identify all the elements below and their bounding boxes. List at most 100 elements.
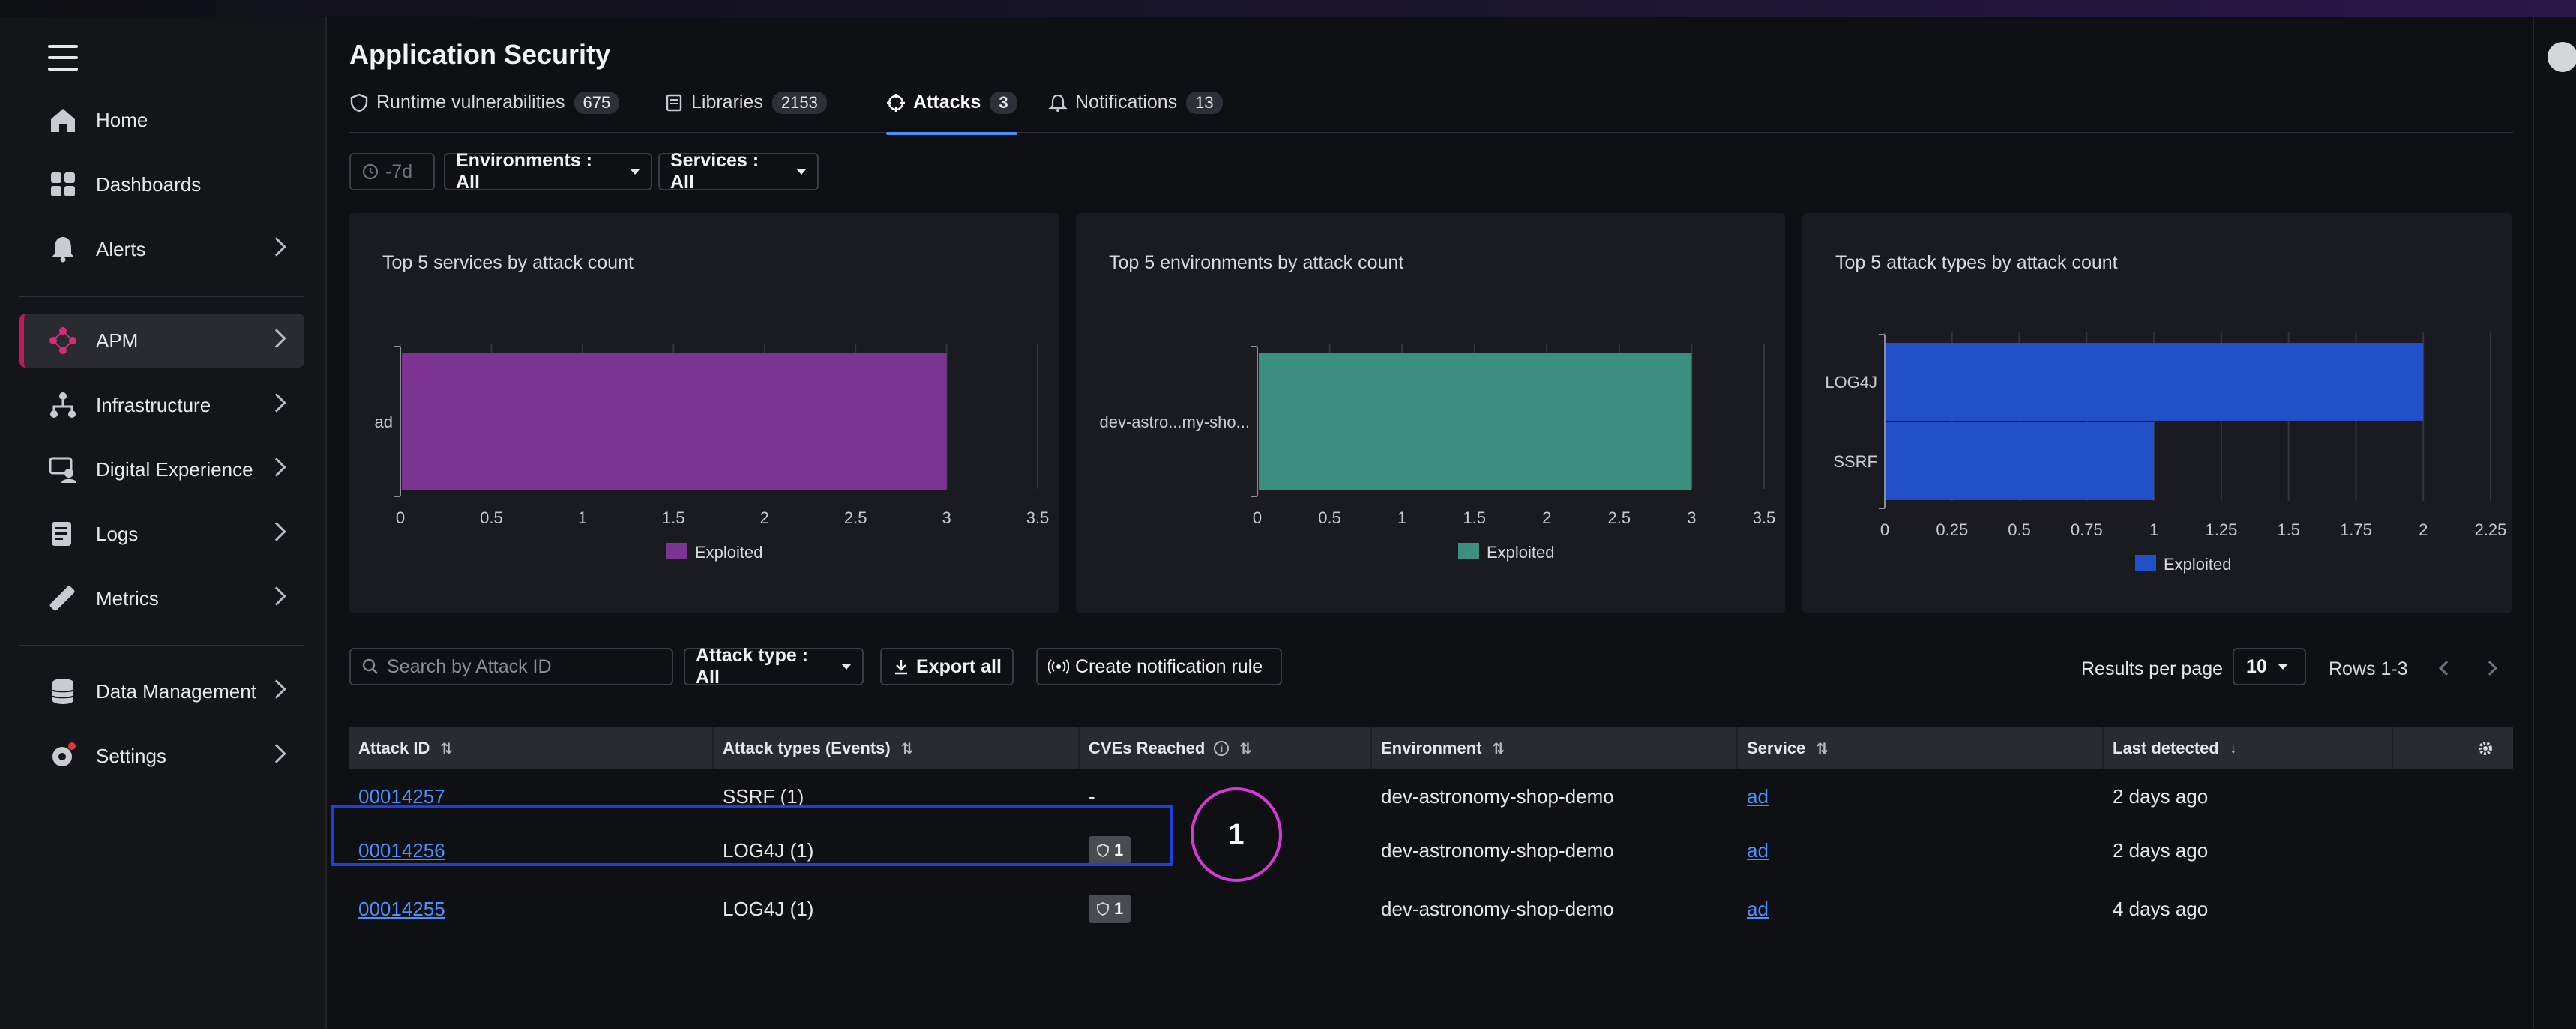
- tab-runtime-vulnerabilities[interactable]: Runtime vulnerabilities 675: [349, 92, 620, 134]
- table-row: 00014255 LOG4J (1) 1 dev-astronomy-shop-…: [349, 882, 2513, 936]
- service-name[interactable]: ad: [1747, 898, 1769, 921]
- last-detected-cell: 2 days ago: [2113, 838, 2209, 862]
- tab-libraries[interactable]: Libraries 2153: [664, 92, 827, 134]
- x-tick-label: 1: [578, 508, 587, 527]
- next-page-button[interactable]: [2482, 661, 2497, 676]
- main-content: Application Security Runtime vulnerabili…: [328, 16, 2533, 1029]
- cve-badge[interactable]: 1: [1089, 895, 1131, 923]
- sidebar-item-data-management[interactable]: Data Management: [19, 664, 304, 718]
- tab-bar: Runtime vulnerabilities 675 Libraries 21…: [349, 92, 2513, 135]
- table-header: Attack ID ⇅ Attack types (Events) ⇅ CVEs R…: [349, 728, 2513, 770]
- sidebar-item-dashboards[interactable]: Dashboards: [19, 158, 304, 212]
- tab-label: Libraries: [691, 92, 763, 112]
- service-link[interactable]: ad: [1747, 882, 1769, 936]
- legend-swatch: [1458, 543, 1479, 560]
- category-label: LOG4J: [1825, 373, 1877, 392]
- x-tick-label: 1.5: [1463, 508, 1486, 527]
- column-cves-reached[interactable]: CVEs Reached i ⇅: [1080, 728, 1372, 770]
- chart-card-environments: Top 5 environments by attack count 0 0.5 1…: [1076, 213, 1785, 614]
- sidebar-item-label: Logs: [96, 522, 139, 545]
- divider: [19, 296, 304, 297]
- x-tick-label: 2: [760, 508, 769, 527]
- services-filter-label: Services : All: [670, 150, 759, 193]
- assistant-icon[interactable]: [2548, 42, 2576, 72]
- x-tick-label: 1: [2149, 520, 2158, 539]
- sidebar-item-logs[interactable]: Logs: [19, 507, 304, 561]
- menu-icon[interactable]: [48, 45, 78, 70]
- service-name[interactable]: ad: [1747, 839, 1769, 862]
- book-icon: [666, 94, 682, 112]
- x-tick-label: 1.5: [662, 508, 685, 527]
- x-tick-label: 2.5: [844, 508, 867, 527]
- bell-icon: [1048, 94, 1068, 112]
- attack-type-filter[interactable]: Attack type : All: [684, 645, 864, 688]
- legend-label: Exploited: [1487, 543, 1555, 562]
- shield-icon: [350, 93, 368, 112]
- legend-swatch: [2135, 555, 2156, 572]
- tab-notifications[interactable]: Notifications 13: [1048, 92, 1223, 134]
- sidebar-item-label: Metrics: [96, 586, 159, 610]
- services-filter[interactable]: Services : All: [658, 150, 819, 193]
- sidebar-item-home[interactable]: Home: [19, 93, 304, 147]
- x-tick-label: 3.5: [1753, 508, 1776, 527]
- search-input[interactable]: [387, 656, 672, 678]
- tab-count: 675: [574, 92, 620, 114]
- sidebar-item-digital-experience[interactable]: Digital Experience: [19, 442, 304, 496]
- sidebar-item-alerts[interactable]: Alerts: [19, 222, 304, 276]
- service-name[interactable]: ad: [1747, 785, 1769, 808]
- sidebar-item-label: Settings: [96, 744, 166, 767]
- table-settings[interactable]: [2393, 728, 2513, 770]
- chevron-down-icon: [796, 169, 807, 175]
- sidebar-item-metrics[interactable]: Metrics: [19, 572, 304, 626]
- chevron-right-icon: [267, 237, 286, 256]
- download-icon: [895, 660, 907, 675]
- sidebar-item-apm[interactable]: APM: [19, 314, 304, 368]
- chevron-right-icon: [267, 586, 286, 606]
- x-tick-label: 3: [1687, 508, 1696, 527]
- sidebar-item-infrastructure[interactable]: Infrastructure: [19, 378, 304, 432]
- bar: [1886, 422, 2155, 500]
- last-detected-cell: 2 days ago: [2113, 784, 2209, 808]
- column-attack-id[interactable]: Attack ID ⇅: [349, 728, 714, 770]
- sidebar-item-settings[interactable]: Settings: [19, 729, 304, 783]
- results-per-page-select[interactable]: 10: [2233, 648, 2306, 686]
- x-tick-label: 1: [1397, 508, 1406, 527]
- x-tick-label: 0.5: [1318, 508, 1341, 527]
- column-service[interactable]: Service ⇅: [1738, 728, 2104, 770]
- column-attack-types[interactable]: Attack types (Events) ⇅: [714, 728, 1080, 770]
- environment-cell: dev-astronomy-shop-demo: [1381, 838, 1614, 862]
- chevron-right-icon: [267, 328, 286, 348]
- search-box: [349, 648, 673, 686]
- time-range-value: -7d: [385, 160, 413, 182]
- column-label: Last detected: [2113, 739, 2219, 758]
- service-link[interactable]: ad: [1747, 824, 1769, 878]
- attack-id[interactable]: 00014255: [358, 898, 445, 921]
- search-icon: [362, 658, 378, 674]
- x-tick-label: 0.5: [480, 508, 503, 527]
- clock-icon: [362, 164, 379, 180]
- environment-cell: dev-astronomy-shop-demo: [1381, 784, 1614, 808]
- column-environment[interactable]: Environment ⇅: [1372, 728, 1738, 770]
- tab-attacks[interactable]: Attacks 3: [886, 92, 1017, 135]
- create-notification-rule-button[interactable]: Create notification rule: [1036, 648, 1282, 686]
- environments-filter[interactable]: Environments : All: [444, 150, 652, 193]
- settings-icon: [48, 741, 78, 771]
- tab-count: 13: [1186, 92, 1223, 114]
- sort-icon: ⇅: [900, 740, 914, 758]
- results-per-page-value: 10: [2246, 656, 2267, 677]
- sidebar-item-label: Infrastructure: [96, 393, 211, 416]
- chevron-down-icon: [841, 664, 852, 670]
- attack-id-link[interactable]: 00014255: [358, 882, 445, 936]
- environment-cell: dev-astronomy-shop-demo: [1381, 897, 1614, 920]
- previous-page-button[interactable]: [2439, 661, 2454, 676]
- bar: [402, 352, 947, 490]
- sidebar-item-label: Data Management: [96, 680, 256, 703]
- export-all-button[interactable]: Export all: [880, 648, 1014, 686]
- gear-icon: [2479, 742, 2492, 755]
- service-link[interactable]: ad: [1747, 770, 1769, 824]
- column-last-detected[interactable]: Last detected ↓: [2104, 728, 2393, 770]
- callout-marker: 1: [1191, 788, 1282, 882]
- create-notification-rule-label: Create notification rule: [1075, 656, 1263, 677]
- sidebar: Home Dashboards Alerts APM Infrastructur…: [0, 16, 327, 1029]
- info-icon[interactable]: i: [1214, 741, 1230, 756]
